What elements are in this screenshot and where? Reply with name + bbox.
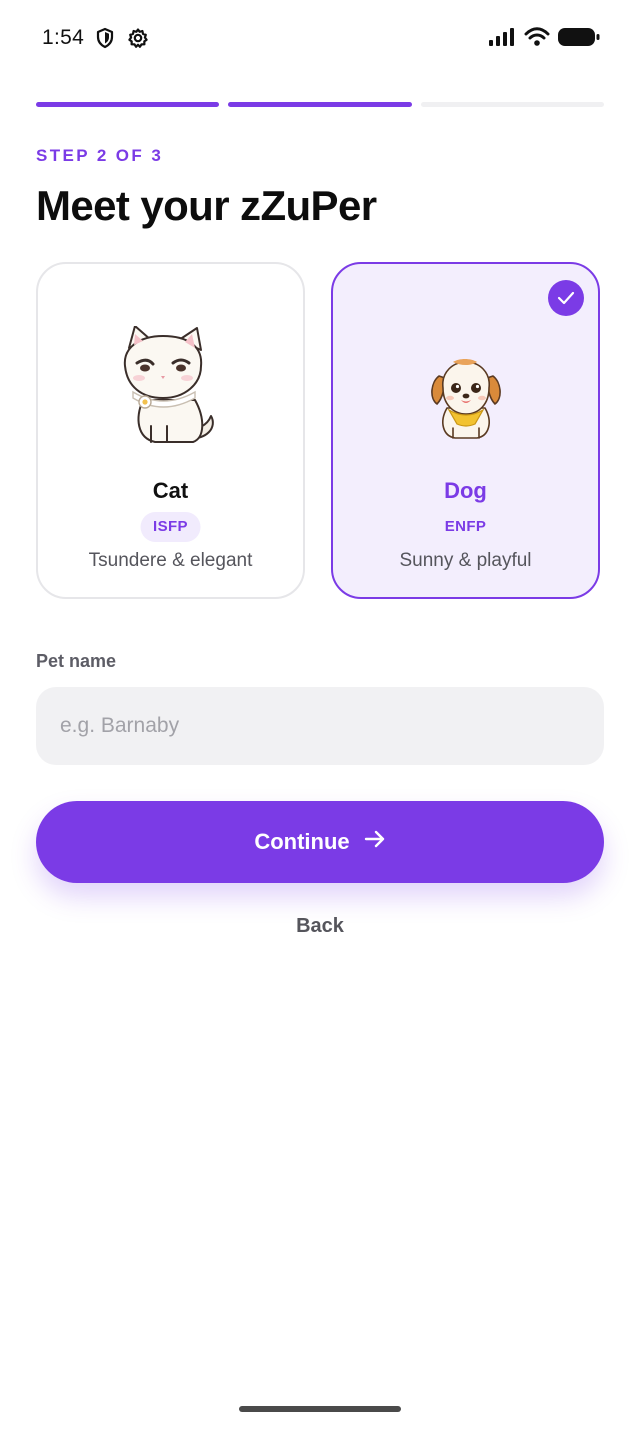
back-button[interactable]: Back (0, 915, 640, 938)
shield-icon (95, 27, 115, 54)
home-indicator[interactable] (239, 1406, 401, 1412)
dog-illustration (430, 358, 501, 445)
page-title: Meet your zZuPer (36, 182, 377, 229)
progress-segment-3 (420, 102, 604, 107)
gear-icon (127, 27, 149, 54)
pet-card-dog[interactable]: Dog ENFP Sunny & playful (331, 262, 600, 599)
wifi-icon (524, 27, 550, 52)
status-bar: 1:54 (0, 0, 640, 78)
cellular-signal-icon (488, 27, 516, 52)
pet-card-cat[interactable]: Cat ISFP Tsundere & elegant (36, 262, 305, 599)
personality-badge-dog: ENFP (444, 518, 487, 535)
personality-badge-cat: ISFP (140, 512, 201, 542)
pet-name-input[interactable] (36, 687, 604, 765)
progress-segment-1 (36, 102, 220, 107)
step-label: STEP 2 OF 3 (36, 146, 164, 165)
cat-illustration (121, 325, 221, 459)
status-time: 1:54 (42, 26, 85, 49)
progress-segment-2 (228, 102, 412, 107)
continue-label: Continue (254, 829, 350, 854)
pet-name-label: Pet name (36, 651, 117, 671)
battery-icon (558, 27, 600, 52)
pet-name-cat: Cat (152, 478, 189, 503)
checkmark-icon (548, 280, 584, 316)
arrow-right-icon (364, 829, 386, 855)
step-progress-bar (36, 102, 604, 107)
pet-description-cat: Tsundere & elegant (88, 550, 253, 571)
continue-button[interactable]: Continue (36, 801, 604, 883)
pet-name-dog: Dog (444, 478, 487, 503)
pet-description-dog: Sunny & playful (399, 550, 532, 571)
